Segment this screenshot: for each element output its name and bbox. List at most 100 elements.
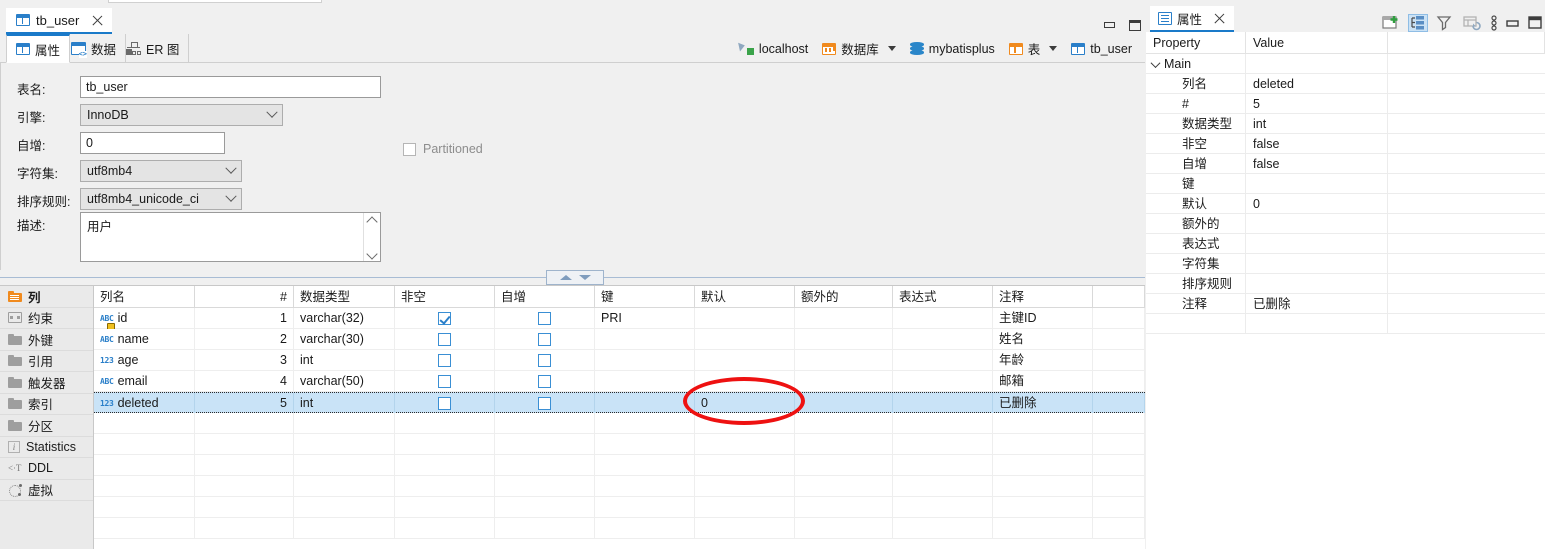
table-row-empty[interactable] [94, 413, 1145, 434]
more-menu-icon[interactable] [1489, 14, 1499, 32]
cell-name[interactable]: ABC name [94, 329, 195, 350]
cell-autoinc[interactable] [495, 371, 595, 392]
cell-notnull[interactable] [395, 329, 495, 350]
property-row[interactable]: 数据类型 int [1146, 114, 1545, 134]
cell-name[interactable]: ABC id [94, 308, 195, 329]
checkbox-notnull[interactable] [438, 312, 451, 325]
cell-empty[interactable] [395, 455, 495, 476]
column-header-name[interactable]: 列名 [94, 286, 195, 308]
cell-empty[interactable] [695, 455, 795, 476]
refresh-grid-icon[interactable] [1462, 14, 1482, 32]
cell-empty[interactable] [893, 497, 993, 518]
checkbox-notnull[interactable] [438, 333, 451, 346]
cell-empty[interactable] [294, 518, 395, 539]
property-row[interactable]: 列名 deleted [1146, 74, 1545, 94]
sidebar-item-1[interactable]: 约束 [0, 308, 93, 329]
cell-name[interactable]: 123 age [94, 350, 195, 371]
cell-empty[interactable] [993, 434, 1093, 455]
cell-empty[interactable] [294, 476, 395, 497]
property-value[interactable] [1246, 234, 1388, 254]
sidebar-item-2[interactable]: 外键 [0, 329, 93, 351]
collapse-down-icon[interactable] [578, 275, 591, 280]
chevron-down-icon-main[interactable] [1150, 57, 1161, 68]
property-value[interactable]: 5 [1246, 94, 1388, 114]
cell-num[interactable]: 2 [195, 329, 294, 350]
table-row-empty[interactable] [94, 518, 1145, 539]
cell-empty[interactable] [795, 413, 893, 434]
table-row[interactable]: ABC name 2 varchar(30) 姓名 [94, 329, 1145, 350]
cell-empty[interactable] [695, 413, 795, 434]
column-header-pad[interactable] [1093, 286, 1145, 308]
cell-empty[interactable] [495, 476, 595, 497]
scroll-up-icon[interactable] [368, 216, 377, 222]
cell-extra[interactable] [795, 329, 893, 350]
column-header-key[interactable]: 键 [595, 286, 695, 308]
cell-empty[interactable] [695, 434, 795, 455]
cell-empty[interactable] [595, 497, 695, 518]
cell-empty[interactable] [94, 476, 195, 497]
property-value[interactable]: false [1246, 134, 1388, 154]
breadcrumb-item-mybatisplus[interactable]: mybatisplus [903, 42, 1002, 56]
cell-empty[interactable] [1093, 455, 1145, 476]
cell-empty[interactable] [1093, 434, 1145, 455]
sidebar-item-4[interactable]: 触发器 [0, 372, 93, 394]
cell-key[interactable] [595, 329, 695, 350]
cell-empty[interactable] [795, 476, 893, 497]
property-value[interactable] [1246, 274, 1388, 294]
cell-expression[interactable] [893, 393, 993, 414]
chevron-down-icon-tables[interactable] [1049, 46, 1058, 51]
tab-properties-panel[interactable]: 属性 [1150, 6, 1235, 32]
panel-splitter[interactable] [0, 270, 1145, 285]
cell-extra[interactable] [795, 393, 893, 414]
checkbox-autoinc[interactable] [538, 354, 551, 367]
cell-empty[interactable] [893, 476, 993, 497]
minimize-icon[interactable] [1104, 22, 1115, 28]
cell-empty[interactable] [195, 434, 294, 455]
tree-view-icon[interactable] [1408, 14, 1428, 32]
property-value[interactable]: 0 [1246, 194, 1388, 214]
cell-key[interactable] [595, 393, 695, 414]
cell-key[interactable] [595, 371, 695, 392]
checkbox-autoinc[interactable] [538, 397, 551, 410]
cell-empty[interactable] [495, 518, 595, 539]
description-scrollbar[interactable] [363, 213, 380, 261]
cell-autoinc[interactable] [495, 393, 595, 414]
cell-empty[interactable] [893, 455, 993, 476]
cell-key[interactable]: PRI [595, 308, 695, 329]
column-header-notnull[interactable]: 非空 [395, 286, 495, 308]
cell-empty[interactable] [595, 518, 695, 539]
cell-empty[interactable] [595, 476, 695, 497]
property-row[interactable]: 额外的 [1146, 214, 1545, 234]
minimize-icon-properties[interactable] [1506, 14, 1520, 32]
sidebar-item-7[interactable]: i Statistics [0, 437, 93, 458]
table-row[interactable]: ABC id 1 varchar(32) PRI 主键ID [94, 308, 1145, 329]
column-header-datatype[interactable]: 数据类型 [294, 286, 395, 308]
cell-empty[interactable] [94, 497, 195, 518]
cell-empty[interactable] [94, 455, 195, 476]
cell-notnull[interactable] [395, 371, 495, 392]
cell-empty[interactable] [993, 518, 1093, 539]
editor-tab-tb_user[interactable]: tb_user [6, 8, 113, 34]
cell-empty[interactable] [695, 476, 795, 497]
cell-datatype[interactable]: int [294, 393, 395, 414]
cell-autoinc[interactable] [495, 308, 595, 329]
property-value[interactable]: false [1246, 154, 1388, 174]
property-row[interactable]: 字符集 [1146, 254, 1545, 274]
breadcrumb-item-tb_user[interactable]: tb_user [1064, 42, 1139, 56]
property-row[interactable]: 键 [1146, 174, 1545, 194]
collation-select[interactable]: utf8mb4_unicode_ci [80, 188, 242, 210]
property-row[interactable]: 表达式 [1146, 234, 1545, 254]
cell-empty[interactable] [94, 413, 195, 434]
auto-increment-input[interactable] [80, 132, 225, 154]
cell-empty[interactable] [993, 455, 1093, 476]
cell-empty[interactable] [294, 434, 395, 455]
cell-comment[interactable]: 邮箱 [993, 371, 1093, 392]
cell-empty[interactable] [195, 476, 294, 497]
column-header-default[interactable]: 默认 [695, 286, 795, 308]
table-row-empty[interactable] [94, 455, 1145, 476]
cell-empty[interactable] [1093, 413, 1145, 434]
property-row[interactable]: 默认 0 [1146, 194, 1545, 214]
splitter-handle[interactable] [546, 270, 604, 285]
breadcrumb-item-databases[interactable]: 数据库 [815, 39, 886, 58]
breadcrumb-item-tables[interactable]: 表 [1002, 39, 1048, 58]
